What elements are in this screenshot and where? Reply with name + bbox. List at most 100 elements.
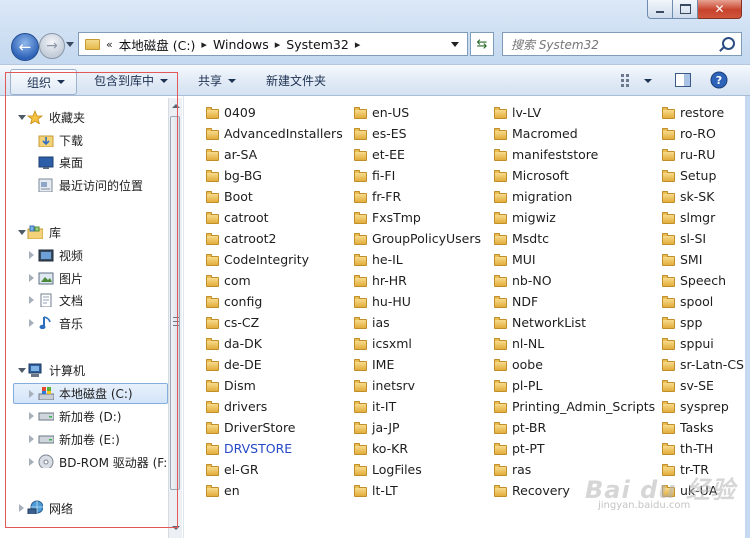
folder-item[interactable]: NetworkList (494, 312, 586, 333)
nav-item-bd-rom[interactable]: BD-ROM 驱动器 (F: (0, 452, 168, 473)
folder-item[interactable]: en-US (354, 102, 409, 123)
nav-item-music[interactable]: 音乐 (0, 313, 168, 334)
folder-item[interactable]: sv-SE (662, 375, 714, 396)
maximize-button[interactable] (673, 0, 698, 19)
collapse-arrow-icon[interactable] (18, 115, 26, 120)
folder-item[interactable]: DRVSTORE (206, 438, 292, 459)
expand-arrow-icon[interactable] (29, 458, 34, 466)
nav-item-volume-e[interactable]: 新加卷 (E:) (0, 429, 168, 450)
refresh-button[interactable]: ⇆ (470, 32, 494, 56)
minimize-button[interactable] (647, 0, 673, 19)
address-dropdown-icon[interactable] (451, 42, 459, 47)
folder-item[interactable]: en (206, 480, 240, 501)
breadcrumb-system32[interactable]: System32 (286, 37, 349, 52)
folder-item[interactable]: de-DE (206, 354, 262, 375)
folder-item[interactable]: MUI (494, 249, 536, 270)
folder-item[interactable]: spp (662, 312, 702, 333)
folder-item[interactable]: lv-LV (494, 102, 541, 123)
folder-item[interactable]: ru-RU (662, 144, 715, 165)
folder-item[interactable]: Msdtc (494, 228, 549, 249)
chevron-right-icon[interactable]: ▸ (275, 38, 281, 51)
folder-item[interactable]: catroot (206, 207, 269, 228)
folder-item[interactable]: el-GR (206, 459, 259, 480)
folder-item[interactable]: DriverStore (206, 417, 296, 438)
folder-item[interactable]: sr-Latn-CS (662, 354, 744, 375)
folder-item[interactable]: slmgr (662, 207, 715, 228)
folder-item[interactable]: sppui (662, 333, 714, 354)
folder-item[interactable]: migration (494, 186, 572, 207)
preview-pane-button[interactable] (675, 72, 691, 91)
expand-arrow-icon[interactable] (29, 296, 34, 304)
folder-item[interactable]: NDF (494, 291, 538, 312)
folder-item[interactable]: nl-NL (494, 333, 544, 354)
folder-item[interactable]: catroot2 (206, 228, 276, 249)
folder-item[interactable]: CodeIntegrity (206, 249, 309, 270)
folder-item[interactable]: hu-HU (354, 291, 411, 312)
folder-item[interactable]: Setup (662, 165, 716, 186)
new-folder-button[interactable]: 新建文件夹 (266, 65, 326, 96)
folder-item[interactable]: hr-HR (354, 270, 407, 291)
expand-arrow-icon[interactable] (19, 504, 24, 512)
folder-item[interactable]: manifeststore (494, 144, 598, 165)
expand-arrow-icon[interactable] (29, 390, 34, 398)
folder-item[interactable]: inetsrv (354, 375, 415, 396)
recent-pages-dropdown[interactable] (66, 42, 74, 47)
share-button[interactable]: 共享 (198, 65, 237, 96)
folder-item[interactable]: ja-JP (354, 417, 400, 438)
folder-item[interactable]: drivers (206, 396, 267, 417)
breadcrumb-c-drive[interactable]: 本地磁盘 (C:) (119, 35, 196, 54)
collapse-arrow-icon[interactable] (18, 368, 26, 373)
nav-libraries[interactable]: 库 (0, 222, 168, 243)
folder-item[interactable]: lt-LT (354, 480, 398, 501)
nav-item-pictures[interactable]: 图片 (0, 268, 168, 289)
expand-arrow-icon[interactable] (29, 319, 34, 327)
folder-item[interactable]: IME (354, 354, 394, 375)
chevron-right-icon[interactable]: ▸ (355, 38, 361, 51)
nav-item-volume-d[interactable]: 新加卷 (D:) (0, 406, 168, 427)
nav-item-desktop[interactable]: 桌面 (0, 152, 168, 173)
folder-item[interactable]: pl-PL (494, 375, 542, 396)
folder-item[interactable]: Printing_Admin_Scripts (494, 396, 655, 417)
folder-item[interactable]: tr-TR (662, 459, 709, 480)
folder-item[interactable]: Recovery (494, 480, 570, 501)
folder-item[interactable]: FxsTmp (354, 207, 421, 228)
folder-item[interactable]: AdvancedInstallers (206, 123, 343, 144)
folder-item[interactable]: ias (354, 312, 390, 333)
folder-item[interactable]: Boot (206, 186, 253, 207)
folder-item[interactable]: Tasks (662, 417, 714, 438)
nav-item-local-disk-c[interactable]: 本地磁盘 (C:) (13, 383, 168, 404)
folder-item[interactable]: it-IT (354, 396, 396, 417)
expand-arrow-icon[interactable] (29, 412, 34, 420)
search-box[interactable] (502, 32, 742, 56)
folder-item[interactable]: com (206, 270, 251, 291)
folder-item[interactable]: pt-BR (494, 417, 546, 438)
nav-item-recent-places[interactable]: 最近访问的位置 (0, 175, 168, 196)
breadcrumb-windows[interactable]: Windows (213, 37, 269, 52)
include-in-library-button[interactable]: 包含到库中 (94, 65, 169, 96)
nav-computer[interactable]: 计算机 (0, 360, 168, 381)
folder-item[interactable]: pt-PT (494, 438, 545, 459)
expand-arrow-icon[interactable] (29, 251, 34, 259)
chevron-right-icon[interactable]: ▸ (201, 38, 207, 51)
folder-item[interactable]: restore (662, 102, 724, 123)
folder-item[interactable]: fi-FI (354, 165, 395, 186)
scrollbar-thumb[interactable] (170, 116, 180, 490)
search-icon[interactable] (722, 37, 735, 50)
folder-item[interactable]: LogFiles (354, 459, 422, 480)
folder-item[interactable]: fr-FR (354, 186, 401, 207)
forward-button[interactable]: → (39, 33, 65, 59)
nav-favorites[interactable]: 收藏夹 (0, 107, 168, 128)
breadcrumb-overflow[interactable]: « (106, 38, 113, 51)
folder-item[interactable]: et-EE (354, 144, 405, 165)
folder-item[interactable]: da-DK (206, 333, 262, 354)
folder-item[interactable]: nb-NO (494, 270, 552, 291)
folder-item[interactable]: ko-KR (354, 438, 408, 459)
folder-item[interactable]: oobe (494, 354, 543, 375)
folder-item[interactable]: ro-RO (662, 123, 716, 144)
folder-item[interactable]: 0409 (206, 102, 256, 123)
folder-item[interactable]: GroupPolicyUsers (354, 228, 481, 249)
folder-item[interactable]: bg-BG (206, 165, 262, 186)
folder-item[interactable]: icsxml (354, 333, 412, 354)
folder-item[interactable]: ar-SA (206, 144, 257, 165)
folder-item[interactable]: th-TH (662, 438, 713, 459)
